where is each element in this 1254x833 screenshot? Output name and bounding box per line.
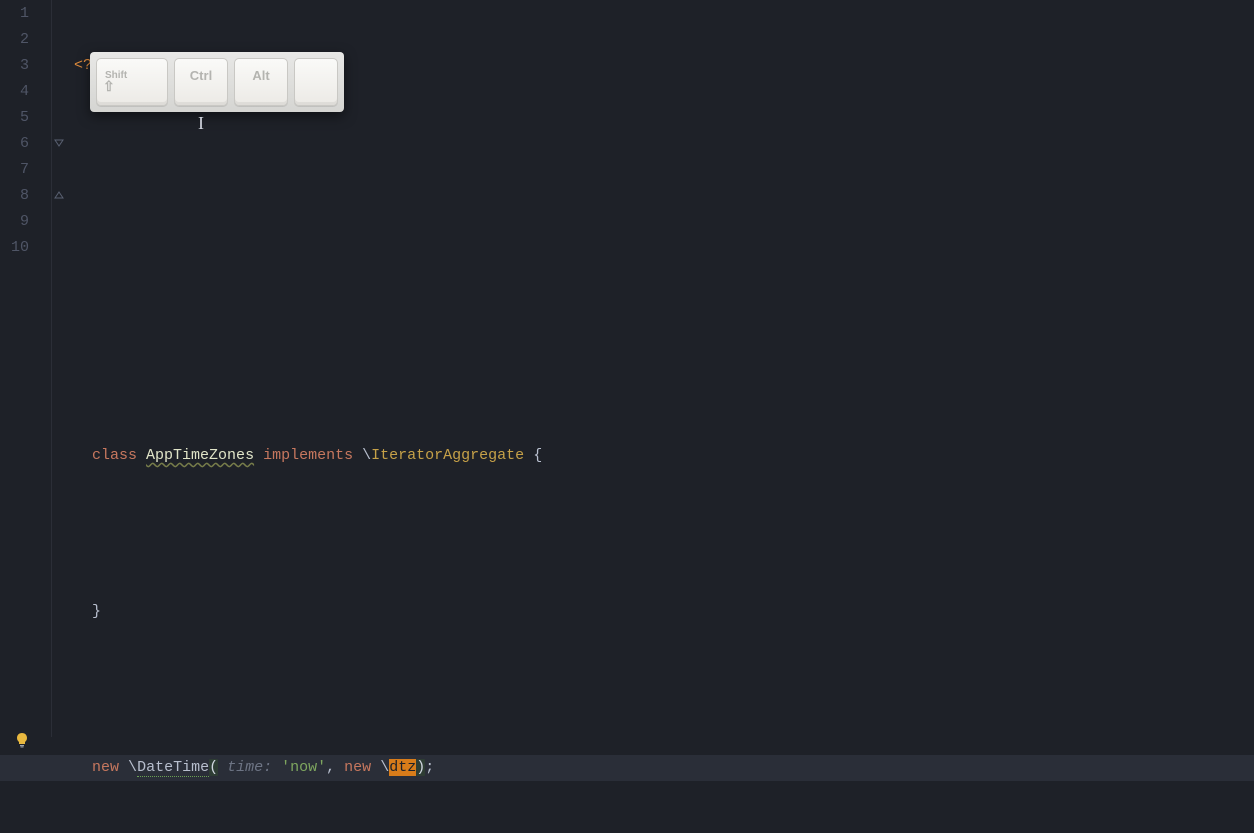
- line-number: 5: [0, 105, 29, 131]
- line-number-gutter: 1 2 3 4 5 6 7 8 9 10: [0, 0, 52, 737]
- semicolon: ;: [425, 759, 434, 776]
- line-number: 8: [0, 183, 29, 209]
- keycap-blank: [294, 58, 338, 106]
- string-literal: 'now': [281, 759, 326, 776]
- line-number: 1: [0, 1, 29, 27]
- line-number: 2: [0, 27, 29, 53]
- interface-name: IteratorAggregate: [371, 447, 524, 464]
- keyword-new: new: [344, 759, 371, 776]
- keycap-overlay: Shift ⇧ Ctrl Alt: [90, 52, 344, 112]
- comma: ,: [326, 759, 335, 776]
- line-number: 9: [0, 209, 29, 235]
- intention-bulb-icon[interactable]: [14, 680, 30, 696]
- line-number: 6: [0, 131, 29, 157]
- namespace-sep: \: [380, 759, 389, 776]
- line-number: 3: [0, 53, 29, 79]
- paren-open: (: [209, 759, 218, 776]
- brace-open: {: [533, 447, 542, 464]
- shift-arrow-icon: ⇧: [103, 73, 115, 99]
- brace-close: }: [92, 603, 101, 620]
- keyword-new: new: [92, 759, 119, 776]
- line-number: 10: [0, 235, 29, 261]
- fold-close-icon[interactable]: [53, 189, 65, 201]
- namespace-sep: \: [362, 447, 371, 464]
- keyword-class: class: [92, 447, 137, 464]
- line-number: 4: [0, 79, 29, 105]
- keyword-implements: implements: [263, 447, 353, 464]
- class-name: AppTimeZones: [146, 447, 254, 464]
- keycap-alt: Alt: [234, 58, 288, 106]
- keycap-ctrl: Ctrl: [174, 58, 228, 106]
- paren-close: ): [416, 759, 425, 776]
- class-ref-datetime: DateTime: [137, 759, 209, 777]
- keycap-label: Ctrl: [190, 63, 212, 89]
- param-hint: time:: [218, 759, 281, 776]
- fold-open-icon[interactable]: [53, 137, 65, 149]
- fold-column: [52, 0, 68, 737]
- selected-text: dtz: [389, 759, 416, 776]
- text-cursor-icon: I: [198, 110, 204, 136]
- namespace-sep: \: [128, 759, 137, 776]
- keycap-label: Alt: [252, 63, 269, 89]
- line-number: 7: [0, 157, 29, 183]
- keycap-shift: Shift ⇧: [96, 58, 168, 106]
